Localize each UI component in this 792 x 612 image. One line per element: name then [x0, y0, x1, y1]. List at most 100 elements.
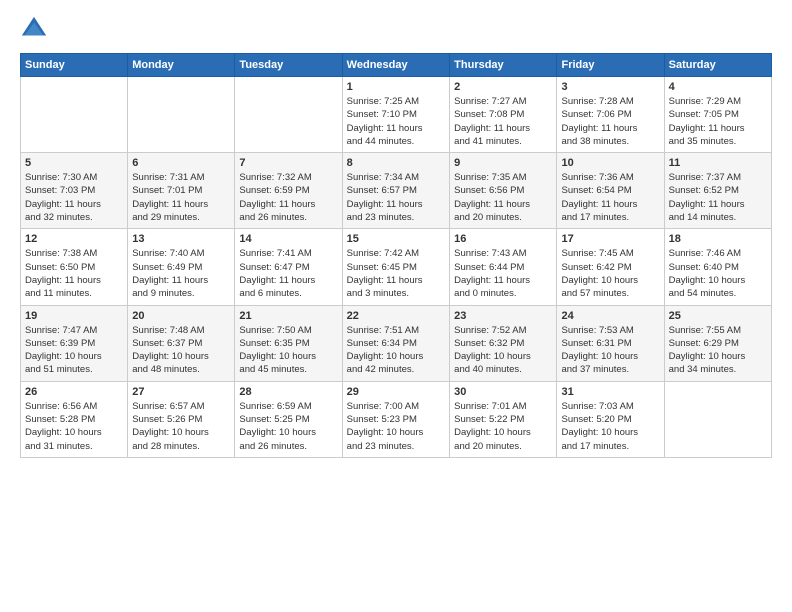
header — [20, 15, 772, 43]
day-number: 28 — [239, 386, 337, 398]
day-info: Sunrise: 7:28 AM Sunset: 7:06 PM Dayligh… — [561, 95, 659, 148]
day-number: 12 — [25, 233, 123, 245]
calendar-cell: 14Sunrise: 7:41 AM Sunset: 6:47 PM Dayli… — [235, 229, 342, 305]
day-number: 31 — [561, 386, 659, 398]
day-info: Sunrise: 7:36 AM Sunset: 6:54 PM Dayligh… — [561, 171, 659, 224]
day-number: 23 — [454, 310, 552, 322]
calendar-header-row: SundayMondayTuesdayWednesdayThursdayFrid… — [21, 54, 772, 77]
calendar-cell: 13 Sunrise: 7:40 AM Sunset: 6:49 PM Dayli… — [128, 229, 235, 305]
day-of-week-header: Tuesday — [235, 54, 342, 77]
day-info: Sunrise: 7:31 AM Sunset: 7:01 PM Dayligh… — [132, 171, 230, 224]
day-number: 19 — [25, 310, 123, 322]
calendar-cell — [128, 77, 235, 153]
day-info: Sunrise: 7:25 AM Sunset: 7:10 PM Dayligh… — [347, 95, 445, 148]
day-of-week-header: Thursday — [450, 54, 557, 77]
calendar-table: SundayMondayTuesdayWednesdayThursdayFrid… — [20, 53, 772, 458]
day-info: Sunrise: 7:35 AM Sunset: 6:56 PM Dayligh… — [454, 171, 552, 224]
day-of-week-header: Monday — [128, 54, 235, 77]
calendar-cell: 25 Sunrise: 7:55 AM Sunset: 6:29 PM Dayli… — [664, 305, 771, 381]
day-of-week-header: Friday — [557, 54, 664, 77]
day-info: Sunrise: 7:46 AM Sunset: 6:40 PM Dayligh… — [669, 247, 767, 300]
calendar-cell: 26 Sunrise: 6:56 AM Sunset: 5:28 PM Dayli… — [21, 381, 128, 457]
calendar-cell: 9 Sunrise: 7:35 AM Sunset: 6:56 PM Daylig… — [450, 153, 557, 229]
calendar-cell: 4 Sunrise: 7:29 AM Sunset: 7:05 PM Daylig… — [664, 77, 771, 153]
calendar-week-row: 1 Sunrise: 7:25 AM Sunset: 7:10 PM Daylig… — [21, 77, 772, 153]
calendar-cell: 10 Sunrise: 7:36 AM Sunset: 6:54 PM Dayli… — [557, 153, 664, 229]
day-number: 22 — [347, 310, 445, 322]
calendar-week-row: 12 Sunrise: 7:38 AM Sunset: 6:50 PM Dayli… — [21, 229, 772, 305]
day-info: Sunrise: 7:41 AM Sunset: 6:47 PM Dayligh… — [239, 247, 337, 300]
day-number: 13 — [132, 233, 230, 245]
day-info: Sunrise: 7:01 AM Sunset: 5:22 PM Dayligh… — [454, 400, 552, 453]
day-number: 3 — [561, 81, 659, 93]
calendar-cell: 27 Sunrise: 6:57 AM Sunset: 5:26 PM Dayli… — [128, 381, 235, 457]
day-info: Sunrise: 7:45 AM Sunset: 6:42 PM Dayligh… — [561, 247, 659, 300]
calendar-cell — [21, 77, 128, 153]
calendar-cell: 17 Sunrise: 7:45 AM Sunset: 6:42 PM Dayli… — [557, 229, 664, 305]
calendar-week-row: 19 Sunrise: 7:47 AM Sunset: 6:39 PM Dayli… — [21, 305, 772, 381]
day-info: Sunrise: 7:27 AM Sunset: 7:08 PM Dayligh… — [454, 95, 552, 148]
day-of-week-header: Sunday — [21, 54, 128, 77]
day-number: 24 — [561, 310, 659, 322]
day-number: 27 — [132, 386, 230, 398]
day-info: Sunrise: 7:42 AM Sunset: 6:45 PM Dayligh… — [347, 247, 445, 300]
day-number: 16 — [454, 233, 552, 245]
logo — [20, 15, 54, 43]
calendar-cell: 15 Sunrise: 7:42 AM Sunset: 6:45 PM Dayli… — [342, 229, 449, 305]
calendar-cell: 22 Sunrise: 7:51 AM Sunset: 6:34 PM Dayli… — [342, 305, 449, 381]
calendar-week-row: 26 Sunrise: 6:56 AM Sunset: 5:28 PM Dayli… — [21, 381, 772, 457]
day-info: Sunrise: 7:48 AM Sunset: 6:37 PM Dayligh… — [132, 324, 230, 377]
calendar-cell — [664, 381, 771, 457]
day-number: 2 — [454, 81, 552, 93]
day-number: 7 — [239, 157, 337, 169]
day-number: 29 — [347, 386, 445, 398]
day-info: Sunrise: 7:38 AM Sunset: 6:50 PM Dayligh… — [25, 247, 123, 300]
calendar-cell: 16 Sunrise: 7:43 AM Sunset: 6:44 PM Dayli… — [450, 229, 557, 305]
day-info: Sunrise: 6:56 AM Sunset: 5:28 PM Dayligh… — [25, 400, 123, 453]
calendar-cell: 18 Sunrise: 7:46 AM Sunset: 6:40 PM Dayli… — [664, 229, 771, 305]
day-info: Sunrise: 7:52 AM Sunset: 6:32 PM Dayligh… — [454, 324, 552, 377]
day-of-week-header: Wednesday — [342, 54, 449, 77]
day-number: 26 — [25, 386, 123, 398]
day-number: 18 — [669, 233, 767, 245]
day-number: 10 — [561, 157, 659, 169]
day-info: Sunrise: 7:40 AM Sunset: 6:49 PM Dayligh… — [132, 247, 230, 300]
day-number: 1 — [347, 81, 445, 93]
day-number: 17 — [561, 233, 659, 245]
day-info: Sunrise: 7:37 AM Sunset: 6:52 PM Dayligh… — [669, 171, 767, 224]
calendar-cell: 2 Sunrise: 7:27 AM Sunset: 7:08 PM Daylig… — [450, 77, 557, 153]
calendar-cell: 29 Sunrise: 7:00 AM Sunset: 5:23 PM Dayli… — [342, 381, 449, 457]
calendar-cell: 31 Sunrise: 7:03 AM Sunset: 5:20 PM Dayli… — [557, 381, 664, 457]
calendar-cell: 23 Sunrise: 7:52 AM Sunset: 6:32 PM Dayli… — [450, 305, 557, 381]
day-number: 5 — [25, 157, 123, 169]
day-info: Sunrise: 7:03 AM Sunset: 5:20 PM Dayligh… — [561, 400, 659, 453]
calendar-cell: 28 Sunrise: 6:59 AM Sunset: 5:25 PM Dayli… — [235, 381, 342, 457]
day-info: Sunrise: 7:55 AM Sunset: 6:29 PM Dayligh… — [669, 324, 767, 377]
calendar-cell: 19 Sunrise: 7:47 AM Sunset: 6:39 PM Dayli… — [21, 305, 128, 381]
day-info: Sunrise: 7:51 AM Sunset: 6:34 PM Dayligh… — [347, 324, 445, 377]
calendar-cell: 7 Sunrise: 7:32 AM Sunset: 6:59 PM Daylig… — [235, 153, 342, 229]
calendar-cell: 24Sunrise: 7:53 AM Sunset: 6:31 PM Dayli… — [557, 305, 664, 381]
day-info: Sunrise: 7:50 AM Sunset: 6:35 PM Dayligh… — [239, 324, 337, 377]
day-number: 4 — [669, 81, 767, 93]
day-number: 9 — [454, 157, 552, 169]
calendar-cell — [235, 77, 342, 153]
calendar-cell: 6Sunrise: 7:31 AM Sunset: 7:01 PM Daylig… — [128, 153, 235, 229]
calendar-cell: 3 Sunrise: 7:28 AM Sunset: 7:06 PM Daylig… — [557, 77, 664, 153]
day-info: Sunrise: 7:34 AM Sunset: 6:57 PM Dayligh… — [347, 171, 445, 224]
day-number: 15 — [347, 233, 445, 245]
calendar-cell: 8 Sunrise: 7:34 AM Sunset: 6:57 PM Daylig… — [342, 153, 449, 229]
day-info: Sunrise: 7:47 AM Sunset: 6:39 PM Dayligh… — [25, 324, 123, 377]
day-of-week-header: Saturday — [664, 54, 771, 77]
day-number: 20 — [132, 310, 230, 322]
day-info: Sunrise: 7:32 AM Sunset: 6:59 PM Dayligh… — [239, 171, 337, 224]
day-info: Sunrise: 6:59 AM Sunset: 5:25 PM Dayligh… — [239, 400, 337, 453]
day-number: 25 — [669, 310, 767, 322]
logo-icon — [20, 15, 48, 43]
day-number: 30 — [454, 386, 552, 398]
day-info: Sunrise: 7:29 AM Sunset: 7:05 PM Dayligh… — [669, 95, 767, 148]
day-info: Sunrise: 6:57 AM Sunset: 5:26 PM Dayligh… — [132, 400, 230, 453]
day-number: 8 — [347, 157, 445, 169]
day-info: Sunrise: 7:43 AM Sunset: 6:44 PM Dayligh… — [454, 247, 552, 300]
day-info: Sunrise: 7:00 AM Sunset: 5:23 PM Dayligh… — [347, 400, 445, 453]
